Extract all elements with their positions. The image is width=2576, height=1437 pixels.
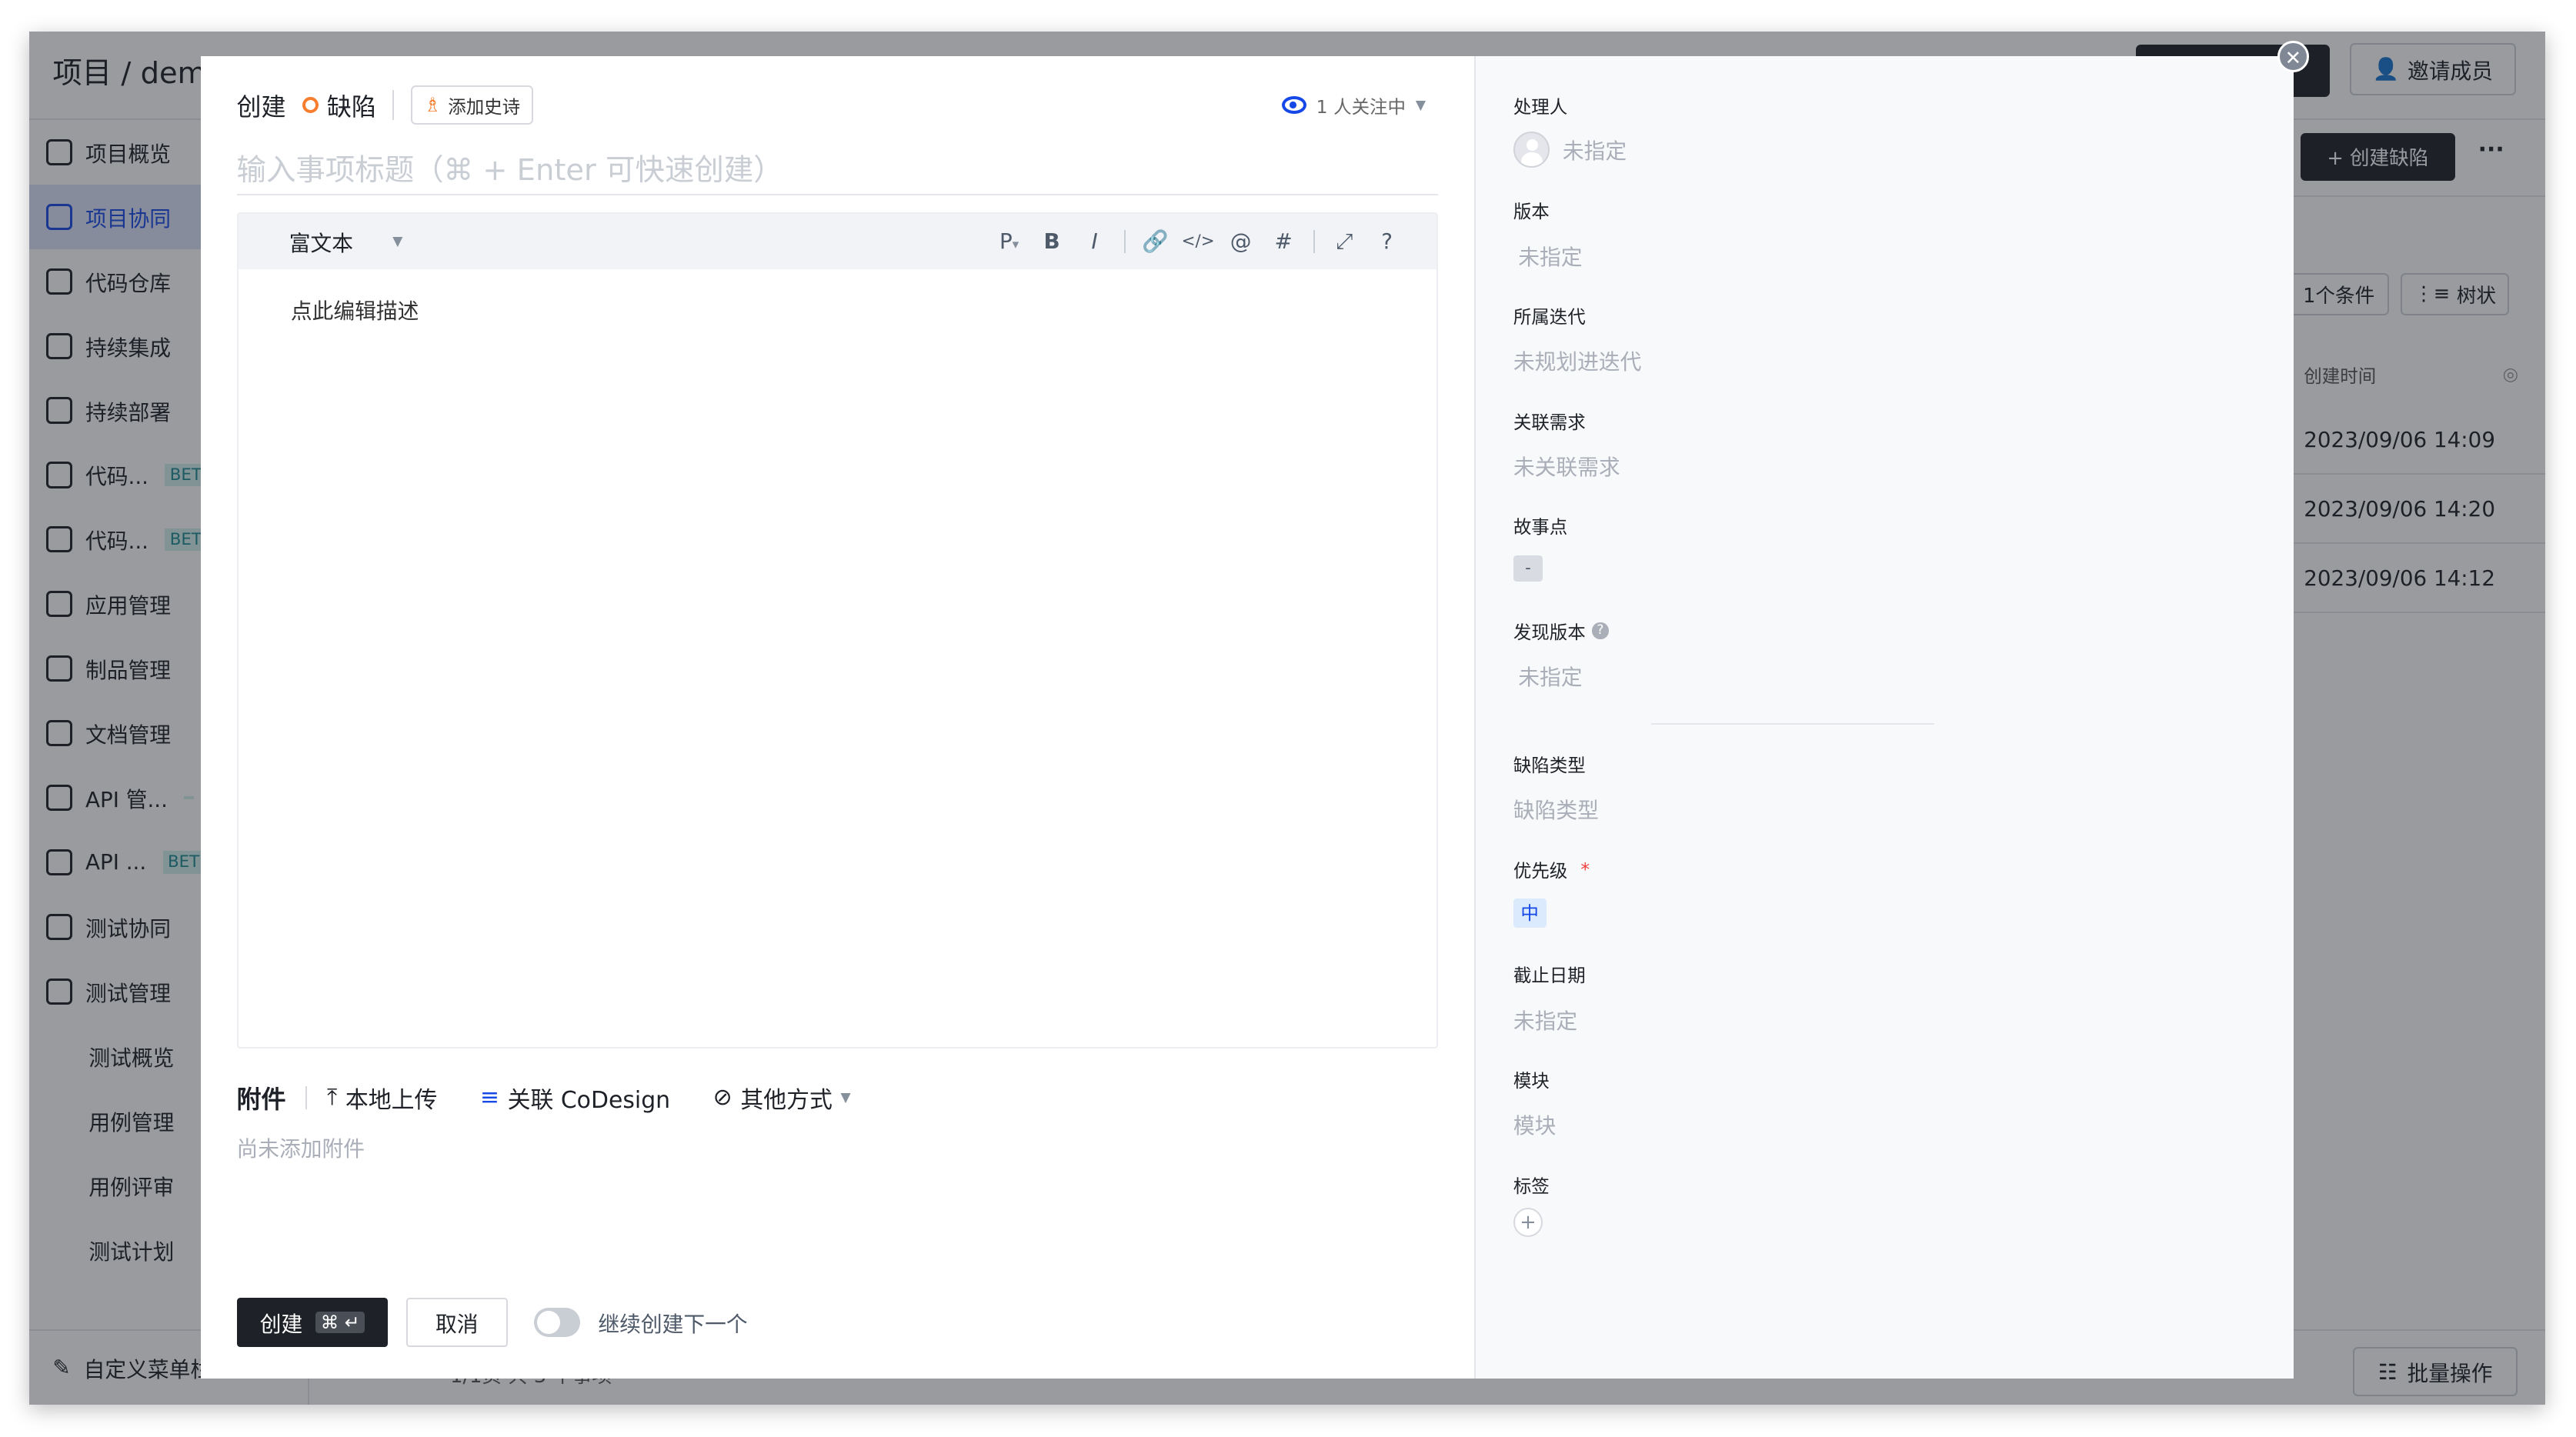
help-icon[interactable]: ? [1592,622,1609,639]
link-codesign-button[interactable]: ≡ 关联 CoDesign [480,1081,670,1115]
field-label: 模块 [1513,1070,1550,1092]
add-epic-label: 添加史诗 [448,95,521,118]
bold-icon[interactable]: B [1030,228,1073,254]
editor-mode-select[interactable]: 富文本 ▼ [289,226,403,257]
story-points-value: - [1513,555,1543,582]
paragraph-icon[interactable]: P▾ [988,228,1031,254]
field-bug-type: 缺陷类型 缺陷类型 [1513,751,1599,824]
code-icon[interactable]: </> [1176,232,1220,251]
link-codesign-label: 关联 CoDesign [507,1086,671,1114]
add-tag-button[interactable]: + [1513,1207,1550,1237]
field-iteration: 所属迭代 未规划进迭代 [1513,302,1642,375]
close-icon[interactable]: ✕ [2277,41,2309,72]
epic-icon: ♗ [423,93,442,117]
module-select[interactable]: 模块 [1513,1109,1557,1139]
chevron-down-icon: ▼ [1415,97,1426,113]
eye-icon [1281,95,1306,115]
description-editor[interactable]: 富文本 ▼ P▾ B I 🔗 </> @ # ⤢ ? 点此编辑描述 [236,212,1438,1049]
story-points-input[interactable]: - [1513,555,1567,582]
chevron-down-icon: ▼ [392,233,403,249]
field-label: 标签 [1513,1175,1550,1197]
field-label: 处理人 [1513,95,1568,118]
field-label: 缺陷类型 [1513,755,1586,776]
field-label: 截止日期 [1513,965,1586,987]
mention-icon[interactable]: @ [1220,228,1263,254]
upload-icon: ⤒ [326,1084,338,1112]
iteration-select[interactable]: 未规划进迭代 [1513,345,1642,375]
attachments-bar: 附件 ⤒ 本地上传 ≡ 关联 CoDesign ⊘ 其他方式 ▼ [237,1081,894,1114]
avatar-icon [1513,131,1550,168]
create-button[interactable]: 创建 ⌘ ↵ [236,1298,389,1348]
shortcut-hint: ⌘ ↵ [315,1312,365,1334]
create-issue-modal: 创建 缺陷 ♗ 添加史诗 1 人关注中 ▼ 输入事项标题（⌘ + Enter 可快速… [200,55,2294,1379]
requirement-select[interactable]: 未关联需求 [1513,450,1620,481]
field-label: 故事点 [1513,516,1568,538]
field-assignee: 处理人 未指定 [1513,92,1627,168]
field-tags: 标签 + [1513,1172,1550,1237]
properties-panel: 处理人 未指定 版本 未指定 所属迭代 未规划进迭代 关联需求 未关联需求 故事… [1473,55,2294,1379]
link-icon: ⊘ [712,1084,732,1112]
continue-create-label: 继续创建下一个 [598,1312,748,1338]
divider [392,90,395,120]
fullscreen-icon[interactable]: ⤢ [1323,228,1366,255]
field-due-date: 截止日期 未指定 [1513,961,1586,1034]
watchers-button[interactable]: 1 人关注中 ▼ [1281,92,1426,118]
field-label: 所属迭代 [1513,305,1586,328]
hashtag-icon[interactable]: # [1262,228,1305,254]
watchers-label: 1 人关注中 [1316,95,1406,118]
local-upload-button[interactable]: ⤒ 本地上传 [327,1081,437,1115]
divider [1313,229,1315,253]
title-input[interactable]: 输入事项标题（⌘ + Enter 可快速创建） [236,142,1438,196]
field-label: 版本 [1513,201,1550,223]
create-label: 创建 [259,1312,303,1338]
field-label: 优先级 * [1513,858,1590,882]
bug-type-icon [302,97,319,114]
italic-icon[interactable]: I [1073,228,1116,254]
attachments-title: 附件 [236,1084,286,1114]
modal-main-panel: 创建 缺陷 ♗ 添加史诗 1 人关注中 ▼ 输入事项标题（⌘ + Enter 可快速… [201,56,1474,1379]
field-version: 版本 未指定 [1513,197,1583,270]
field-priority: 优先级 * 中 [1513,856,1590,929]
due-date-picker[interactable]: 未指定 [1513,1004,1586,1035]
continue-create-toggle[interactable] [534,1308,580,1338]
codesign-icon: ≡ [479,1084,499,1112]
other-methods-button[interactable]: ⊘ 其他方式 ▼ [713,1081,851,1115]
priority-select[interactable]: 中 [1513,899,1590,929]
field-module: 模块 模块 [1513,1066,1557,1139]
modal-footer: 创建 ⌘ ↵ 取消 继续创建下一个 [236,1298,748,1348]
field-label: 发现版本? [1513,618,1609,644]
field-value: 未指定 [1562,138,1627,165]
description-placeholder[interactable]: 点此编辑描述 [239,269,1436,349]
priority-value: 中 [1513,899,1547,929]
editor-toolbar: 富文本 ▼ P▾ B I 🔗 </> @ # ⤢ ? [238,213,1436,270]
version-select[interactable]: 未指定 [1513,240,1582,271]
field-found-version: 发现版本? 未指定 [1513,618,1609,691]
local-upload-label: 本地上传 [345,1086,438,1114]
divider [305,1085,308,1109]
chevron-down-icon: ▼ [840,1089,851,1105]
required-mark: * [1580,858,1590,880]
plus-icon: + [1513,1207,1543,1237]
bug-type-select[interactable]: 缺陷类型 [1513,793,1599,824]
found-version-select[interactable]: 未指定 [1513,660,1609,691]
field-story-points: 故事点 - [1513,512,1567,582]
assignee-select[interactable]: 未指定 [1513,131,1627,168]
divider [1651,722,1934,725]
link-icon[interactable]: 🔗 [1134,228,1177,254]
modal-title: 创建 [236,92,286,122]
modal-header: 创建 缺陷 ♗ 添加史诗 [236,85,534,125]
editor-mode-label: 富文本 [289,230,353,256]
field-label: 关联需求 [1513,411,1586,433]
add-epic-button[interactable]: ♗ 添加史诗 [410,85,534,125]
other-methods-label: 其他方式 [740,1086,833,1114]
field-requirement: 关联需求 未关联需求 [1513,408,1620,481]
divider [1124,229,1126,253]
cancel-button[interactable]: 取消 [405,1298,508,1348]
help-icon[interactable]: ? [1366,228,1409,254]
issue-type-selector[interactable]: 缺陷 [327,88,376,123]
attachments-empty: 尚未添加附件 [236,1136,365,1162]
